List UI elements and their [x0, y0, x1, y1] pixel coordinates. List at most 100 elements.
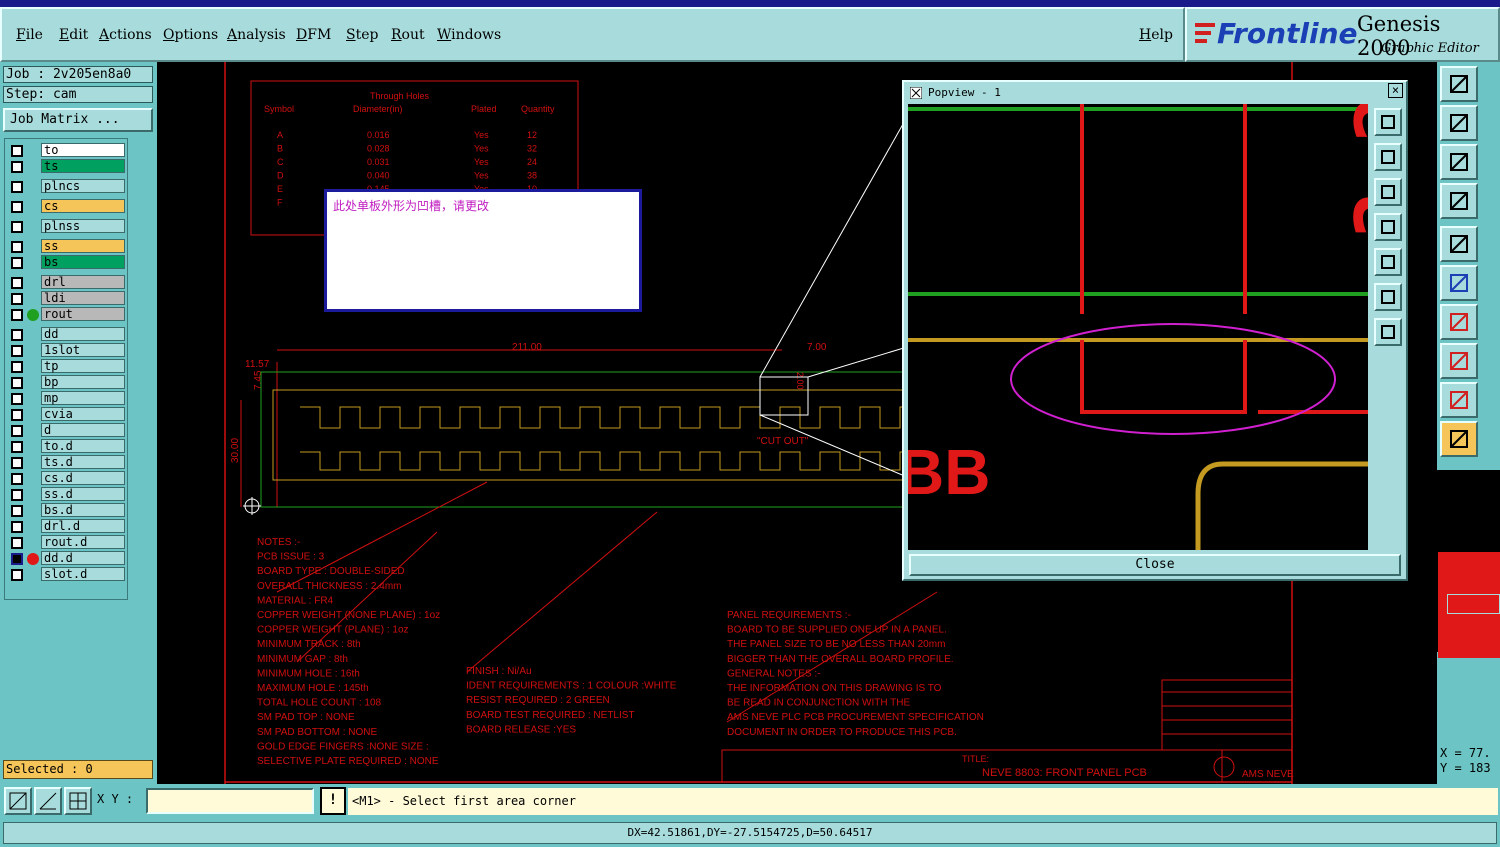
layer-checkbox[interactable] [11, 505, 23, 517]
layer-row-dd[interactable]: dd [7, 327, 127, 342]
layer-row-tp[interactable]: tp [7, 359, 127, 374]
menu-step[interactable]: Step [346, 27, 378, 43]
layer-checkbox[interactable] [11, 201, 23, 213]
net-tool-button[interactable] [1440, 265, 1478, 301]
popview-canvas[interactable]: 3.20 BB [908, 104, 1368, 550]
layer-row-ss-d[interactable]: ss.d [7, 487, 127, 502]
layer-checkbox[interactable] [11, 257, 23, 269]
layer-row-slot-d[interactable]: slot.d [7, 567, 127, 582]
layer-row-rout[interactable]: rout [7, 307, 127, 322]
layer-name[interactable]: rout.d [41, 535, 125, 549]
layer-checkbox[interactable] [11, 457, 23, 469]
layer-checkbox[interactable] [11, 537, 23, 549]
layer-checkbox[interactable] [11, 293, 23, 305]
pop-zoom-in-button[interactable] [1374, 283, 1402, 311]
layer-name[interactable]: slot.d [41, 567, 125, 581]
resize-tool-button[interactable] [1440, 144, 1478, 180]
job-matrix-button[interactable]: Job Matrix ... [3, 108, 153, 132]
layer-name[interactable]: to.d [41, 439, 125, 453]
layer-row-cvia[interactable]: cvia [7, 407, 127, 422]
layer-checkbox[interactable] [11, 441, 23, 453]
layer-name[interactable]: drl.d [41, 519, 125, 533]
layer-row-dd-d[interactable]: dd.d [7, 551, 127, 566]
layer-row-ldi[interactable]: ldi [7, 291, 127, 306]
layer-row-drl-d[interactable]: drl.d [7, 519, 127, 534]
layer-row-bp[interactable]: bp [7, 375, 127, 390]
layer-name[interactable]: to [41, 143, 125, 157]
menu-actions[interactable]: Actions [99, 27, 152, 43]
layer-row-to[interactable]: to [7, 143, 127, 158]
layer-checkbox[interactable] [11, 277, 23, 289]
layer-checkbox[interactable] [11, 309, 23, 321]
pop-pan-right-button[interactable] [1374, 248, 1402, 276]
layer-name[interactable]: bs [41, 255, 125, 269]
pointer-tool-button[interactable] [1440, 421, 1478, 457]
layer-row-1slot[interactable]: 1slot [7, 343, 127, 358]
layer-name[interactable]: ss [41, 239, 125, 253]
pop-zoom-fit-button[interactable] [1374, 108, 1402, 136]
layer-row-bs-d[interactable]: bs.d [7, 503, 127, 518]
select-tool-button[interactable] [1440, 226, 1478, 262]
pad-tool-button[interactable] [1440, 343, 1478, 379]
layer-row-to-d[interactable]: to.d [7, 439, 127, 454]
menu-dfm[interactable]: DFM [296, 27, 331, 43]
layer-name[interactable]: bp [41, 375, 125, 389]
layer-checkbox[interactable] [11, 161, 23, 173]
layer-name[interactable]: rout [41, 307, 125, 321]
layer-row-ts[interactable]: ts [7, 159, 127, 174]
layer-name[interactable]: plnss [41, 219, 125, 233]
xy-input[interactable] [146, 788, 314, 814]
grid-button[interactable] [64, 787, 92, 815]
alert-button[interactable]: ! [320, 787, 346, 815]
window-menu-icon[interactable] [910, 87, 922, 99]
layer-name[interactable]: ts [41, 159, 125, 173]
layer-name[interactable]: ss.d [41, 487, 125, 501]
layer-name[interactable]: plncs [41, 179, 125, 193]
menu-file[interactable]: File [16, 27, 43, 43]
layer-checkbox[interactable] [11, 377, 23, 389]
measure-button[interactable] [34, 787, 62, 815]
layer-row-rout-d[interactable]: rout.d [7, 535, 127, 550]
layer-row-cs[interactable]: cs [7, 199, 127, 214]
menu-rout[interactable]: Rout [391, 27, 425, 43]
layer-name[interactable]: mp [41, 391, 125, 405]
popview-close-icon[interactable]: × [1388, 83, 1403, 98]
menu-windows[interactable]: Windows [437, 27, 501, 43]
layer-row-bs[interactable]: bs [7, 255, 127, 270]
layer-name[interactable]: cs [41, 199, 125, 213]
menu-analysis[interactable]: Analysis [227, 27, 286, 43]
layer-row-plncs[interactable]: plncs [7, 179, 127, 194]
layer-row-cs-d[interactable]: cs.d [7, 471, 127, 486]
layer-checkbox[interactable] [11, 489, 23, 501]
layer-row-d[interactable]: d [7, 423, 127, 438]
layer-name[interactable]: dd [41, 327, 125, 341]
pop-pan-down-button[interactable] [1374, 178, 1402, 206]
layer-name[interactable]: bs.d [41, 503, 125, 517]
layer-name[interactable]: 1slot [41, 343, 125, 357]
layer-checkbox[interactable] [11, 473, 23, 485]
layer-row-drl[interactable]: drl [7, 275, 127, 290]
layer-name[interactable]: tp [41, 359, 125, 373]
layer-name[interactable]: cs.d [41, 471, 125, 485]
menu-help[interactable]: Help [1139, 27, 1173, 43]
move-tool-button[interactable] [1440, 66, 1478, 102]
layer-row-mp[interactable]: mp [7, 391, 127, 406]
layer-checkbox[interactable] [11, 361, 23, 373]
copy-tool-button[interactable] [1440, 105, 1478, 141]
pop-zoom-out-button[interactable] [1374, 318, 1402, 346]
layer-checkbox[interactable] [11, 521, 23, 533]
layer-checkbox[interactable] [11, 393, 23, 405]
layer-name[interactable]: dd.d [41, 551, 125, 565]
layer-row-plnss[interactable]: plnss [7, 219, 127, 234]
layer-checkbox[interactable] [11, 425, 23, 437]
pop-pan-left-button[interactable] [1374, 213, 1402, 241]
layer-checkbox[interactable] [11, 241, 23, 253]
annotation-note-box[interactable]: 此处单板外形为凹槽，请更改 [324, 189, 642, 312]
layer-row-ss[interactable]: ss [7, 239, 127, 254]
line-tool-button[interactable] [1440, 304, 1478, 340]
layer-name[interactable]: ldi [41, 291, 125, 305]
transform-tool-button[interactable] [1440, 183, 1478, 219]
layer-row-ts-d[interactable]: ts.d [7, 455, 127, 470]
layer-checkbox[interactable] [11, 569, 23, 581]
arc-tool-button[interactable] [1440, 382, 1478, 418]
